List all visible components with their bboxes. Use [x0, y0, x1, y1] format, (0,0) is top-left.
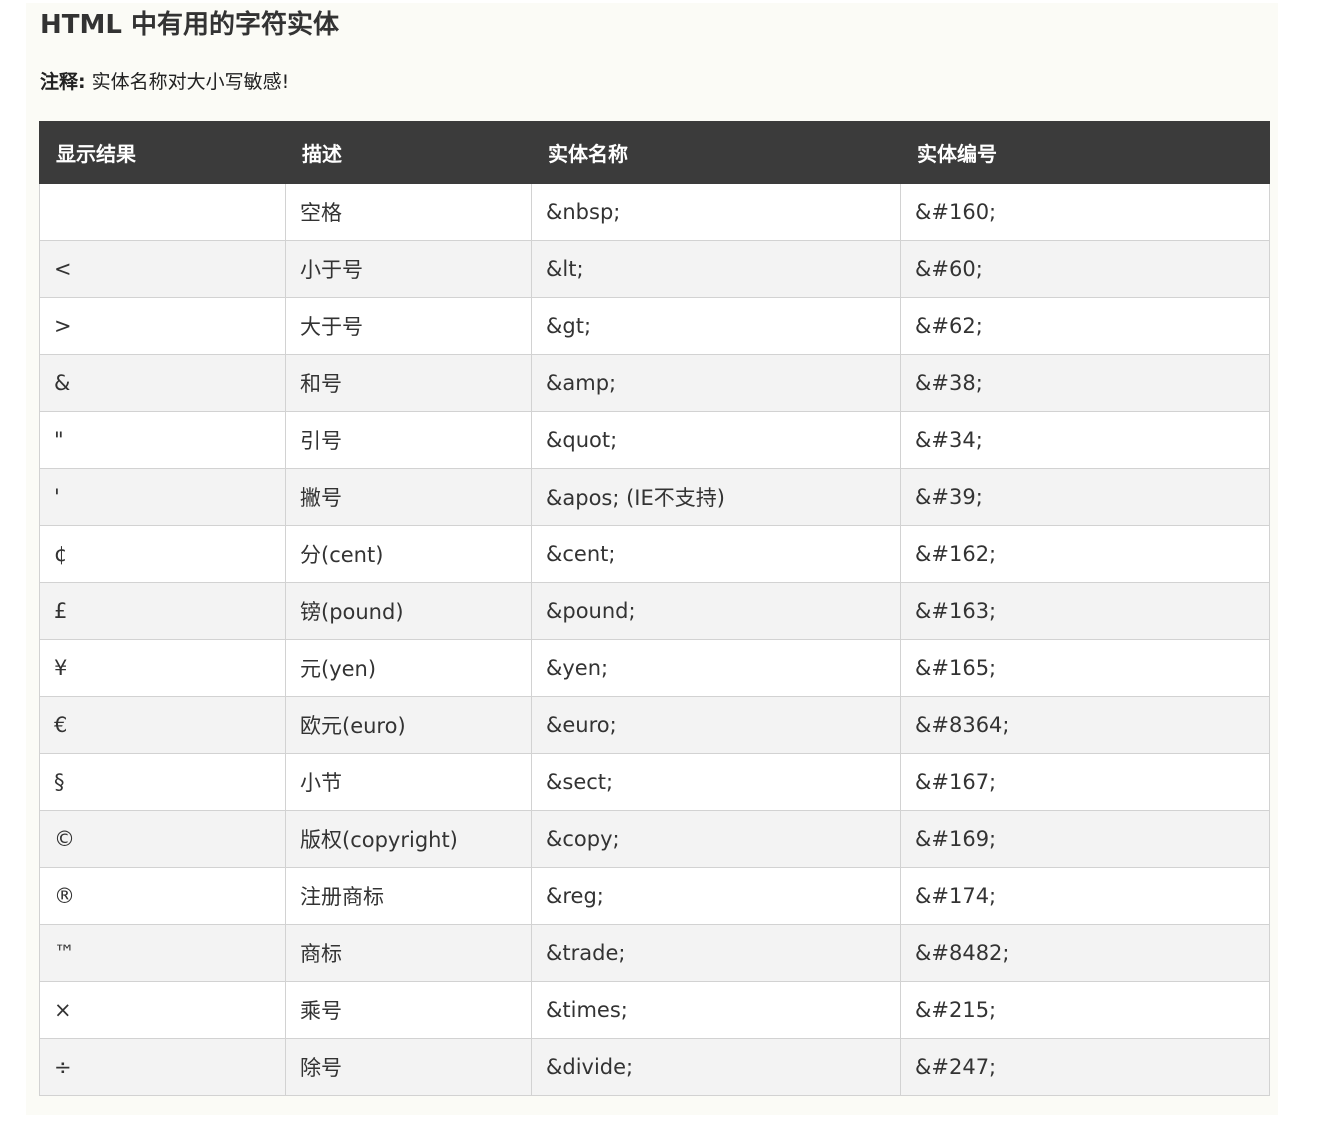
cell-entity-name: &quot; [531, 411, 901, 469]
cell-entity-number: &#62; [900, 297, 1270, 355]
cell-entity-name: &trade; [531, 924, 901, 982]
table-row: ¢ 分(cent) &cent; &#162; [39, 525, 1270, 583]
cell-entity-number: &#34; [900, 411, 1270, 469]
table-row: " 引号 &quot; &#34; [39, 411, 1270, 469]
cell-entity-name: &apos; (IE不支持) [531, 468, 901, 526]
cell-entity-number: &#162; [900, 525, 1270, 583]
cell-entity-name: &gt; [531, 297, 901, 355]
cell-result: > [39, 297, 286, 355]
note-label: 注释: [40, 71, 86, 93]
cell-result [39, 183, 286, 241]
cell-result: < [39, 240, 286, 298]
cell-result: ¢ [39, 525, 286, 583]
cell-entity-name: &divide; [531, 1038, 901, 1096]
cell-entity-name: &lt; [531, 240, 901, 298]
cell-result: © [39, 810, 286, 868]
cell-entity-name: &amp; [531, 354, 901, 412]
cell-result: ÷ [39, 1038, 286, 1096]
cell-entity-number: &#160; [900, 183, 1270, 241]
cell-result: & [39, 354, 286, 412]
cell-result: ™ [39, 924, 286, 982]
cell-entity-number: &#169; [900, 810, 1270, 868]
cell-entity-number: &#163; [900, 582, 1270, 640]
cell-entity-name: &times; [531, 981, 901, 1039]
table-row: ¥ 元(yen) &yen; &#165; [39, 639, 1270, 697]
table-header-row: 显示结果 描述 实体名称 实体编号 [39, 121, 1270, 184]
note-text: 实体名称对大小写敏感! [91, 71, 290, 93]
cell-entity-number: &#8482; [900, 924, 1270, 982]
cell-description: 元(yen) [285, 639, 532, 697]
table-row: § 小节 &sect; &#167; [39, 753, 1270, 811]
cell-result: × [39, 981, 286, 1039]
cell-description: 商标 [285, 924, 532, 982]
cell-description: 和号 [285, 354, 532, 412]
cell-entity-name: &yen; [531, 639, 901, 697]
cell-result: § [39, 753, 286, 811]
cell-description: 注册商标 [285, 867, 532, 925]
cell-entity-name: &sect; [531, 753, 901, 811]
cell-description: 分(cent) [285, 525, 532, 583]
cell-entity-name: &nbsp; [531, 183, 901, 241]
cell-entity-name: &cent; [531, 525, 901, 583]
cell-entity-number: &#8364; [900, 696, 1270, 754]
table-row: ™ 商标 &trade; &#8482; [39, 924, 1270, 982]
cell-entity-number: &#39; [900, 468, 1270, 526]
cell-result: £ [39, 582, 286, 640]
table-row: & 和号 &amp; &#38; [39, 354, 1270, 412]
cell-entity-name: &pound; [531, 582, 901, 640]
page-title: HTML 中有用的字符实体 [40, 10, 339, 40]
cell-description: 乘号 [285, 981, 532, 1039]
cell-description: 空格 [285, 183, 532, 241]
cell-entity-number: &#38; [900, 354, 1270, 412]
cell-result: ® [39, 867, 286, 925]
table-row: £ 镑(pound) &pound; &#163; [39, 582, 1270, 640]
cell-entity-number: &#60; [900, 240, 1270, 298]
cell-result: ¥ [39, 639, 286, 697]
cell-description: 大于号 [285, 297, 532, 355]
cell-result: € [39, 696, 286, 754]
cell-entity-name: &reg; [531, 867, 901, 925]
cell-description: 撇号 [285, 468, 532, 526]
table-row: 空格 &nbsp; &#160; [39, 183, 1270, 241]
entities-table: 显示结果 描述 实体名称 实体编号 空格 &nbsp; &#160; < 小于号… [39, 121, 1270, 1096]
cell-description: 小节 [285, 753, 532, 811]
table-row: ÷ 除号 &divide; &#247; [39, 1038, 1270, 1096]
cell-description: 版权(copyright) [285, 810, 532, 868]
cell-result: ' [39, 468, 286, 526]
table-row: € 欧元(euro) &euro; &#8364; [39, 696, 1270, 754]
header-description: 描述 [285, 121, 532, 184]
header-entity-number: 实体编号 [900, 121, 1270, 184]
cell-description: 小于号 [285, 240, 532, 298]
note: 注释: 实体名称对大小写敏感! [40, 69, 289, 95]
table-row: ' 撇号 &apos; (IE不支持) &#39; [39, 468, 1270, 526]
cell-entity-name: &euro; [531, 696, 901, 754]
cell-description: 镑(pound) [285, 582, 532, 640]
cell-entity-number: &#174; [900, 867, 1270, 925]
cell-entity-number: &#215; [900, 981, 1270, 1039]
table-row: ® 注册商标 &reg; &#174; [39, 867, 1270, 925]
cell-description: 引号 [285, 411, 532, 469]
table-row: × 乘号 &times; &#215; [39, 981, 1270, 1039]
cell-entity-name: &copy; [531, 810, 901, 868]
cell-entity-number: &#247; [900, 1038, 1270, 1096]
cell-entity-number: &#165; [900, 639, 1270, 697]
cell-description: 除号 [285, 1038, 532, 1096]
cell-entity-number: &#167; [900, 753, 1270, 811]
cell-description: 欧元(euro) [285, 696, 532, 754]
table-row: < 小于号 &lt; &#60; [39, 240, 1270, 298]
header-entity-name: 实体名称 [531, 121, 901, 184]
table-row: > 大于号 &gt; &#62; [39, 297, 1270, 355]
table-row: © 版权(copyright) &copy; &#169; [39, 810, 1270, 868]
header-result: 显示结果 [39, 121, 286, 184]
cell-result: " [39, 411, 286, 469]
